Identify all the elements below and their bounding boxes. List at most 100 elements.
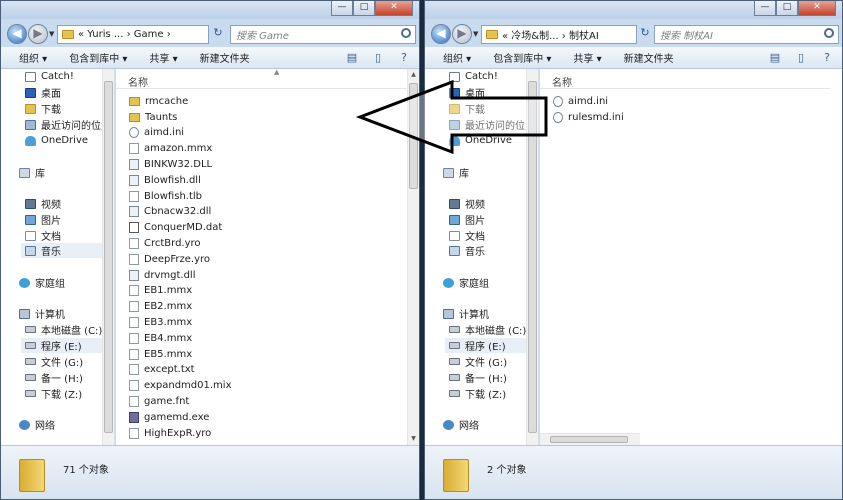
organize-button[interactable]: 组织 ▾ <box>19 50 47 65</box>
file-row[interactable]: game.fnt <box>129 394 189 409</box>
nav-item-libraries[interactable]: 库 <box>19 165 45 180</box>
nav-item-pictures[interactable]: 图片 <box>449 212 485 227</box>
share-button[interactable]: 共享 ▾ <box>573 50 601 65</box>
recent-pages-dropdown[interactable]: ▼ <box>49 30 54 38</box>
nav-item-drive-e[interactable]: 程序 (E:) <box>21 338 102 353</box>
column-name[interactable]: 名称 <box>552 74 572 89</box>
nav-item-documents[interactable]: 文档 <box>25 228 61 243</box>
nav-item-desktop[interactable]: 桌面 <box>449 85 485 100</box>
nav-item-drive-h[interactable]: 备一 (H:) <box>449 370 507 385</box>
file-row[interactable]: aimd.ini <box>553 94 608 109</box>
include-in-library-button[interactable]: 包含到库中 ▾ <box>493 50 551 65</box>
nav-item-drive-z[interactable]: 下载 (Z:) <box>25 386 82 401</box>
search-input[interactable]: 搜索 Game <box>230 25 416 44</box>
file-row[interactable]: Blowfish.dll <box>129 173 201 188</box>
maximize-button[interactable]: □ <box>353 1 375 16</box>
maximize-button[interactable]: □ <box>776 1 798 16</box>
refresh-icon[interactable]: ↻ <box>210 26 226 43</box>
nav-scroll-thumb[interactable] <box>528 81 537 433</box>
title-bar[interactable]: — □ ✕ <box>1 1 419 19</box>
minimize-button[interactable]: — <box>754 1 776 16</box>
forward-button[interactable]: ▶ <box>452 24 472 44</box>
address-bar[interactable]: « 冷场&制... › 制杖AI <box>481 25 637 44</box>
nav-item-music[interactable]: 音乐 <box>21 243 102 258</box>
help-icon[interactable]: ? <box>820 51 834 64</box>
nav-item-drive-c[interactable]: 本地磁盘 (C:) <box>449 322 526 337</box>
horizontal-scroll-thumb[interactable] <box>550 436 628 443</box>
file-row[interactable]: EB5.mmx <box>129 347 192 362</box>
nav-item-onedrive[interactable]: OneDrive <box>25 133 88 148</box>
nav-item-catch[interactable]: Catch! <box>449 69 498 84</box>
nav-item-recent[interactable]: 最近访问的位置 <box>25 117 111 132</box>
nav-item-catch[interactable]: Catch! <box>25 69 74 84</box>
scroll-down-icon[interactable]: ▼ <box>408 433 419 445</box>
title-bar[interactable]: — □ ✕ <box>425 1 842 19</box>
file-row[interactable]: aimd.ini <box>129 125 184 140</box>
include-in-library-button[interactable]: 包含到库中 ▾ <box>69 50 127 65</box>
column-header[interactable]: ▲ 名称 <box>116 68 407 89</box>
column-header[interactable]: 名称 <box>540 69 830 89</box>
address-bar[interactable]: « Yuris ... › Game › <box>57 25 209 44</box>
nav-item-drive-c[interactable]: 本地磁盘 (C:) <box>25 322 102 337</box>
file-row[interactable]: ConquerMD.dat <box>129 220 222 235</box>
refresh-icon[interactable]: ↻ <box>637 26 653 43</box>
new-folder-button[interactable]: 新建文件夹 <box>624 50 674 65</box>
nav-item-videos[interactable]: 视频 <box>25 196 61 211</box>
nav-item-onedrive[interactable]: OneDrive <box>449 133 512 148</box>
nav-item-downloads[interactable]: 下载 <box>449 101 485 116</box>
new-folder-button[interactable]: 新建文件夹 <box>200 50 250 65</box>
nav-item-music[interactable]: 音乐 <box>449 243 485 258</box>
minimize-button[interactable]: — <box>331 1 353 16</box>
nav-item-desktop[interactable]: 桌面 <box>25 85 61 100</box>
nav-scroll-thumb[interactable] <box>104 81 113 433</box>
organize-button[interactable]: 组织 ▾ <box>443 50 471 65</box>
scroll-up-icon[interactable]: ▲ <box>408 69 419 81</box>
share-button[interactable]: 共享 ▾ <box>149 50 177 65</box>
file-row[interactable]: BINKW32.DLL <box>129 157 212 172</box>
nav-item-recent[interactable]: 最近访问的位置 <box>449 117 535 132</box>
nav-item-pictures[interactable]: 图片 <box>25 212 61 227</box>
file-row[interactable]: EB3.mmx <box>129 315 192 330</box>
nav-item-videos[interactable]: 视频 <box>449 196 485 211</box>
preview-pane-icon[interactable]: ▯ <box>794 51 808 64</box>
column-name[interactable]: 名称 <box>128 74 148 89</box>
nav-item-homegroup[interactable]: 家庭组 <box>19 275 65 290</box>
file-row[interactable]: Blowfish.tlb <box>129 189 202 204</box>
file-row[interactable]: expandmd01.mix <box>129 378 232 393</box>
file-scroll-thumb[interactable] <box>409 83 418 189</box>
back-button[interactable]: ◀ <box>7 24 27 44</box>
view-options-icon[interactable]: ▤ <box>768 51 782 64</box>
nav-item-network[interactable]: 网络 <box>19 417 55 432</box>
nav-item-drive-g[interactable]: 文件 (G:) <box>25 354 83 369</box>
nav-item-drive-z[interactable]: 下载 (Z:) <box>449 386 506 401</box>
nav-item-computer[interactable]: 计算机 <box>443 306 489 321</box>
forward-button[interactable]: ▶ <box>28 24 48 44</box>
file-row[interactable]: EB2.mmx <box>129 299 192 314</box>
file-row[interactable]: except.txt <box>129 362 195 377</box>
nav-item-documents[interactable]: 文档 <box>449 228 485 243</box>
close-button[interactable]: ✕ <box>798 1 836 16</box>
file-row[interactable]: CrctBrd.yro <box>129 236 201 251</box>
file-scrollbar[interactable]: ▲ ▼ <box>407 69 419 445</box>
file-row[interactable]: amazon.mmx <box>129 141 212 156</box>
search-input[interactable]: 搜索 制杖AI <box>654 25 839 44</box>
file-row[interactable]: HighExpR.yro <box>129 426 211 441</box>
nav-item-drive-h[interactable]: 备一 (H:) <box>25 370 83 385</box>
preview-pane-icon[interactable]: ▯ <box>371 51 385 64</box>
file-row[interactable]: gamemd.exe <box>129 410 209 425</box>
file-row[interactable]: rmcache <box>129 94 188 109</box>
file-row[interactable]: rulesmd.ini <box>553 110 624 125</box>
back-button[interactable]: ◀ <box>431 24 451 44</box>
help-icon[interactable]: ? <box>397 51 411 64</box>
horizontal-scrollbar[interactable] <box>540 433 640 445</box>
nav-item-drive-g[interactable]: 文件 (G:) <box>449 354 507 369</box>
file-row[interactable]: Cbnacw32.dll <box>129 204 211 219</box>
nav-scrollbar[interactable] <box>526 69 538 445</box>
view-options-icon[interactable]: ▤ <box>345 51 359 64</box>
file-row[interactable]: EB1.mmx <box>129 283 192 298</box>
file-row[interactable]: Taunts <box>129 110 177 125</box>
recent-pages-dropdown[interactable]: ▼ <box>473 30 478 38</box>
nav-item-computer[interactable]: 计算机 <box>19 306 65 321</box>
nav-item-drive-e[interactable]: 程序 (E:) <box>445 338 526 353</box>
nav-scrollbar[interactable] <box>102 69 114 445</box>
